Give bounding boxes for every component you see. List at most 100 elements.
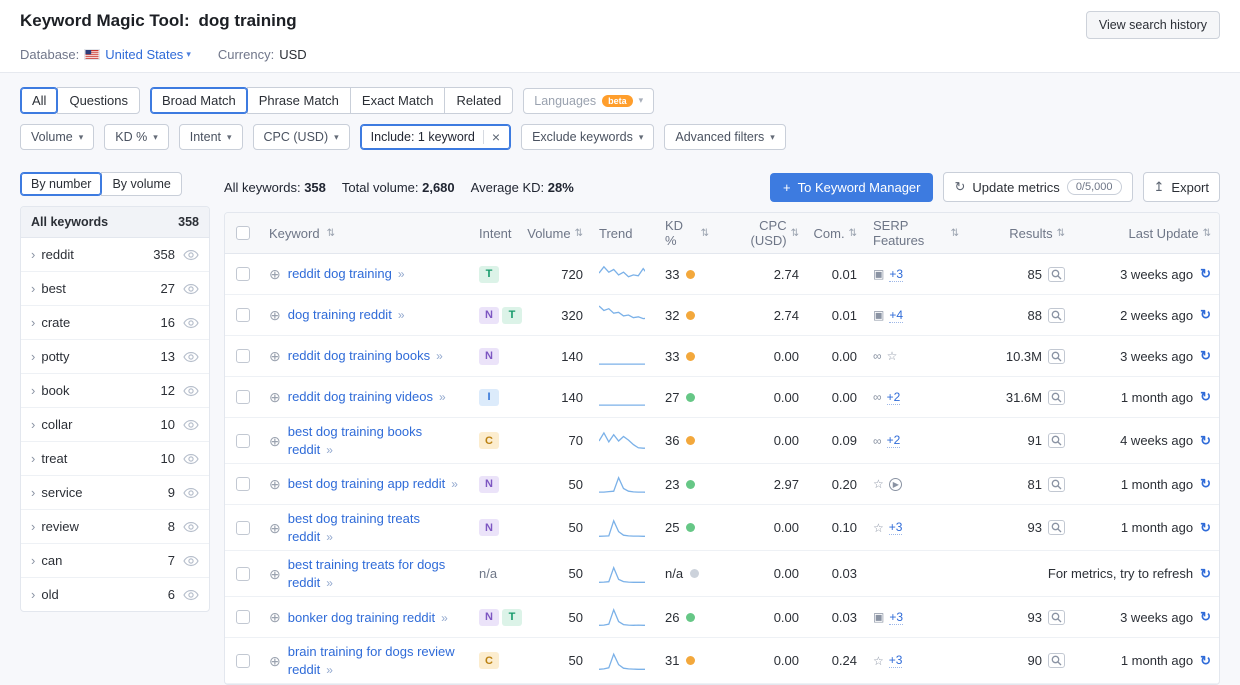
serp-preview-icon[interactable] — [1048, 653, 1065, 668]
keyword-link[interactable]: best dog training books reddit — [288, 424, 422, 457]
eye-icon[interactable] — [183, 487, 199, 499]
chevron-right-icon[interactable]: › — [31, 247, 35, 262]
keyword-link[interactable]: best dog training app reddit — [288, 476, 446, 491]
sort-icon[interactable]: ⇅ — [575, 228, 583, 239]
sidebar-keyword-row[interactable]: ›crate16 — [21, 306, 209, 340]
sidebar-keyword-row[interactable]: ›treat10 — [21, 442, 209, 476]
filter-exclude-keywords[interactable]: Exclude keywords▾ — [521, 124, 654, 150]
keyword-link[interactable]: brain training for dogs review reddit — [288, 644, 455, 677]
add-keyword-icon[interactable]: ⊕ — [269, 521, 281, 535]
chevron-right-icon[interactable]: › — [31, 587, 35, 602]
open-keyword-icon[interactable]: » — [451, 477, 458, 491]
refresh-icon[interactable]: ↻ — [1200, 520, 1211, 536]
serp-preview-icon[interactable] — [1048, 477, 1065, 492]
column-header-last-update[interactable]: Last Update⇅ — [1073, 213, 1219, 253]
eye-icon[interactable] — [183, 555, 199, 567]
match-tab-phrase-match[interactable]: Phrase Match — [247, 87, 351, 114]
open-keyword-icon[interactable]: » — [326, 530, 333, 544]
sort-icon[interactable]: ⇅ — [701, 228, 709, 239]
sort-icon[interactable]: ⇅ — [1057, 228, 1065, 239]
add-keyword-icon[interactable]: ⊕ — [269, 390, 281, 404]
keyword-link[interactable]: dog training reddit — [288, 307, 392, 322]
refresh-icon[interactable]: ↻ — [1200, 609, 1211, 625]
serp-preview-icon[interactable] — [1048, 267, 1065, 282]
row-checkbox[interactable] — [236, 521, 250, 535]
refresh-icon[interactable]: ↻ — [1200, 348, 1211, 364]
row-checkbox[interactable] — [236, 477, 250, 491]
all-keywords-header[interactable]: All keywords 358 — [21, 207, 209, 238]
eye-icon[interactable] — [183, 521, 199, 533]
chevron-right-icon[interactable]: › — [31, 281, 35, 296]
add-keyword-icon[interactable]: ⊕ — [269, 349, 281, 363]
filter-intent[interactable]: Intent▾ — [179, 124, 243, 150]
serp-more-link[interactable]: +3 — [889, 653, 903, 668]
match-tab-related[interactable]: Related — [444, 87, 513, 114]
serp-preview-icon[interactable] — [1048, 520, 1065, 535]
keyword-link[interactable]: reddit dog training — [288, 266, 392, 281]
column-header-kd[interactable]: KD %⇅ — [653, 213, 717, 253]
row-checkbox[interactable] — [236, 267, 250, 281]
serp-more-link[interactable]: +2 — [887, 433, 901, 448]
sort-icon[interactable]: ⇅ — [327, 228, 335, 239]
sort-icon[interactable]: ⇅ — [791, 228, 799, 239]
to-keyword-manager-button[interactable]: + To Keyword Manager — [770, 173, 933, 202]
keyword-link[interactable]: best training treats for dogs reddit — [288, 557, 446, 590]
keyword-link[interactable]: reddit dog training books — [288, 348, 430, 363]
sidebar-keyword-row[interactable]: ›service9 — [21, 476, 209, 510]
serp-preview-icon[interactable] — [1048, 308, 1065, 323]
column-header-cpc-usd[interactable]: CPC (USD)⇅ — [717, 213, 807, 253]
sidebar-keyword-row[interactable]: ›collar10 — [21, 408, 209, 442]
column-header-keyword[interactable]: Keyword⇅ — [261, 213, 471, 253]
open-keyword-icon[interactable]: » — [441, 611, 448, 625]
column-header-serp-features[interactable]: SERP Features⇅ — [865, 213, 967, 253]
chevron-right-icon[interactable]: › — [31, 451, 35, 466]
sidebar-keyword-row[interactable]: ›old6 — [21, 578, 209, 611]
chevron-right-icon[interactable]: › — [31, 417, 35, 432]
sidebar-keyword-row[interactable]: ›potty13 — [21, 340, 209, 374]
eye-icon[interactable] — [183, 419, 199, 431]
select-all-checkbox[interactable] — [236, 226, 250, 240]
column-header-results[interactable]: Results⇅ — [967, 213, 1073, 253]
view-search-history-button[interactable]: View search history — [1086, 11, 1220, 39]
add-keyword-icon[interactable]: ⊕ — [269, 434, 281, 448]
row-checkbox[interactable] — [236, 390, 250, 404]
chevron-right-icon[interactable]: › — [31, 315, 35, 330]
sidebar-sort-by-number[interactable]: By number — [20, 172, 102, 196]
row-checkbox[interactable] — [236, 434, 250, 448]
refresh-icon[interactable]: ↻ — [1200, 266, 1211, 282]
match-tab-broad-match[interactable]: Broad Match — [150, 87, 248, 114]
eye-icon[interactable] — [183, 249, 199, 261]
match-tab-exact-match[interactable]: Exact Match — [350, 87, 446, 114]
refresh-icon[interactable]: ↻ — [1200, 307, 1211, 323]
update-metrics-button[interactable]: ↻ Update metrics 0/5,000 — [943, 172, 1132, 202]
sidebar-keyword-row[interactable]: ›can7 — [21, 544, 209, 578]
match-tab-all[interactable]: All — [20, 87, 58, 114]
keyword-link[interactable]: best dog training treats reddit — [288, 511, 420, 544]
open-keyword-icon[interactable]: » — [439, 390, 446, 404]
open-keyword-icon[interactable]: » — [436, 349, 443, 363]
filter-kd[interactable]: KD %▾ — [104, 124, 168, 150]
serp-more-link[interactable]: +2 — [887, 390, 901, 405]
sidebar-keyword-row[interactable]: ›review8 — [21, 510, 209, 544]
match-tab-questions[interactable]: Questions — [57, 87, 140, 114]
column-header-com[interactable]: Com.⇅ — [807, 213, 865, 253]
chevron-right-icon[interactable]: › — [31, 553, 35, 568]
sidebar-sort-by-volume[interactable]: By volume — [101, 172, 181, 196]
row-checkbox[interactable] — [236, 610, 250, 624]
row-checkbox[interactable] — [236, 308, 250, 322]
eye-icon[interactable] — [183, 385, 199, 397]
database-selector[interactable]: United States ▾ — [105, 47, 191, 62]
serp-more-link[interactable]: +3 — [889, 267, 903, 282]
serp-preview-icon[interactable] — [1048, 349, 1065, 364]
open-keyword-icon[interactable]: » — [326, 576, 333, 590]
sort-icon[interactable]: ⇅ — [1203, 228, 1211, 239]
refresh-icon[interactable]: ↻ — [1200, 476, 1211, 492]
keyword-link[interactable]: bonker dog training reddit — [288, 610, 435, 625]
eye-icon[interactable] — [183, 283, 199, 295]
eye-icon[interactable] — [183, 351, 199, 363]
filter-cpc-usd[interactable]: CPC (USD)▾ — [253, 124, 350, 150]
column-header-volume[interactable]: Volume⇅ — [521, 213, 591, 253]
eye-icon[interactable] — [183, 589, 199, 601]
chevron-right-icon[interactable]: › — [31, 349, 35, 364]
sidebar-keyword-row[interactable]: ›best27 — [21, 272, 209, 306]
